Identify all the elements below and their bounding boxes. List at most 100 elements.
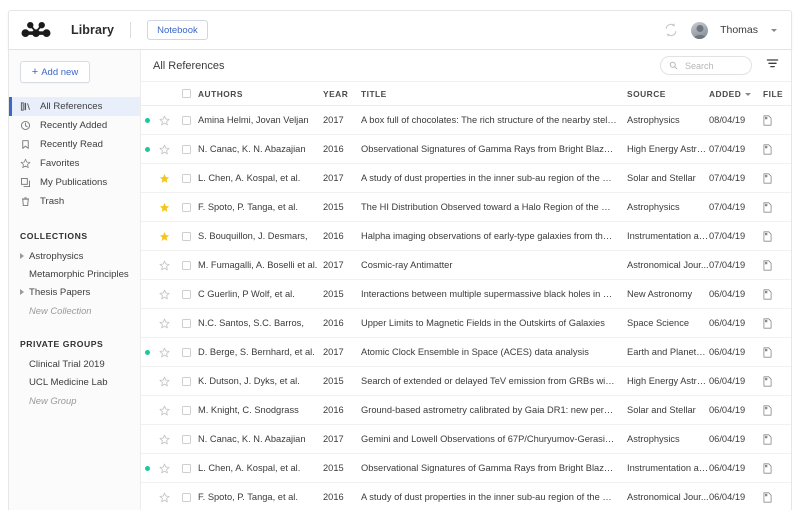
row-select[interactable] <box>174 376 198 386</box>
row-checkbox[interactable] <box>181 376 191 386</box>
table-row[interactable]: M. Knight, C. Snodgrass 2016 Ground-based … <box>141 396 791 425</box>
header-file[interactable]: FILE <box>763 89 791 99</box>
row-checkbox[interactable] <box>181 347 191 357</box>
header-added[interactable]: ADDED <box>709 89 763 99</box>
notebook-button[interactable]: Notebook <box>147 20 208 40</box>
cell-title[interactable]: Interactions between multiple supermassi… <box>361 289 627 299</box>
cell-title[interactable]: A box full of chocolates: The rich struc… <box>361 115 627 125</box>
sync-icon[interactable] <box>663 22 679 38</box>
row-select[interactable] <box>174 463 198 473</box>
filter-icon[interactable] <box>766 57 779 75</box>
chevron-right-icon[interactable] <box>20 289 24 295</box>
new-collection-button[interactable]: New Collection <box>9 301 140 319</box>
header-title[interactable]: TITLE <box>361 89 627 99</box>
user-avatar[interactable] <box>691 21 709 39</box>
row-checkbox[interactable] <box>181 318 191 328</box>
row-select[interactable] <box>174 318 198 328</box>
file-attachment-icon[interactable] <box>763 230 791 242</box>
row-checkbox[interactable] <box>181 405 191 415</box>
row-select[interactable] <box>174 260 198 270</box>
sidebar-group-ucl-medicine-lab[interactable]: UCL Medicine Lab <box>9 373 140 391</box>
cell-title[interactable]: Ground-based astrometry calibrated by Ga… <box>361 405 627 415</box>
sidebar-item-all-references[interactable]: All References <box>9 97 140 116</box>
favorite-star-button[interactable] <box>154 434 174 445</box>
favorite-star-button[interactable] <box>154 202 174 213</box>
table-row[interactable]: S. Bouquillon, J. Desmars, 2016 Halpha ima… <box>141 222 791 251</box>
cell-title[interactable]: A study of dust properties in the inner … <box>361 173 627 183</box>
row-select[interactable] <box>174 173 198 183</box>
table-row[interactable]: D. Berge, S. Bernhard, et al. 2017 Atomic … <box>141 338 791 367</box>
table-row[interactable]: F. Spoto, P. Tanga, et al. 2015 The HI Dis… <box>141 193 791 222</box>
table-row[interactable]: L. Chen, A. Kospal, et al. 2015 Observatio… <box>141 454 791 483</box>
row-checkbox[interactable] <box>181 202 191 212</box>
file-attachment-icon[interactable] <box>763 259 791 271</box>
sidebar-item-trash[interactable]: Trash <box>9 192 140 211</box>
header-year[interactable]: YEAR <box>323 89 361 99</box>
cell-title[interactable]: Upper Limits to Magnetic Fields in the O… <box>361 318 627 328</box>
sidebar-item-favorites[interactable]: Favorites <box>9 154 140 173</box>
row-checkbox[interactable] <box>181 289 191 299</box>
cell-title[interactable]: Gemini and Lowell Observations of 67P/Ch… <box>361 434 627 444</box>
row-select[interactable] <box>174 289 198 299</box>
table-row[interactable]: C Guerlin, P Wolf, et al. 2015 Interaction… <box>141 280 791 309</box>
sidebar-collection-astrophysics[interactable]: Astrophysics <box>9 247 140 265</box>
cell-title[interactable]: Cosmic-ray Antimatter <box>361 260 627 270</box>
header-select-all[interactable] <box>174 89 198 98</box>
row-checkbox[interactable] <box>181 463 191 473</box>
file-attachment-icon[interactable] <box>763 172 791 184</box>
row-select[interactable] <box>174 144 198 154</box>
chevron-down-icon[interactable] <box>771 28 777 32</box>
sidebar-item-recently-read[interactable]: Recently Read <box>9 135 140 154</box>
sidebar-collection-metamorphic-principles[interactable]: Metamorphic Principles <box>9 265 140 283</box>
table-row[interactable]: K. Dutson, J. Dyks, et al. 2015 Search of … <box>141 367 791 396</box>
favorite-star-button[interactable] <box>154 463 174 474</box>
cell-title[interactable]: A study of dust properties in the inner … <box>361 492 627 502</box>
file-attachment-icon[interactable] <box>763 433 791 445</box>
sidebar-group-clinical-trial-2019[interactable]: Clinical Trial 2019 <box>9 355 140 373</box>
row-select[interactable] <box>174 434 198 444</box>
table-row[interactable]: N. Canac, K. N. Abazajian 2017 Gemini and … <box>141 425 791 454</box>
favorite-star-button[interactable] <box>154 231 174 242</box>
file-attachment-icon[interactable] <box>763 375 791 387</box>
favorite-star-button[interactable] <box>154 144 174 155</box>
row-checkbox[interactable] <box>181 492 191 502</box>
row-select[interactable] <box>174 115 198 125</box>
cell-title[interactable]: Halpha imaging observations of early-typ… <box>361 231 627 241</box>
table-row[interactable]: F. Spoto, P. Tanga, et al. 2016 A study of… <box>141 483 791 510</box>
cell-title[interactable]: Search of extended or delayed TeV emissi… <box>361 376 627 386</box>
favorite-star-button[interactable] <box>154 405 174 416</box>
favorite-star-button[interactable] <box>154 115 174 126</box>
select-all-checkbox[interactable] <box>181 89 191 98</box>
file-attachment-icon[interactable] <box>763 317 791 329</box>
search-input[interactable] <box>683 59 743 72</box>
file-attachment-icon[interactable] <box>763 462 791 474</box>
row-select[interactable] <box>174 492 198 502</box>
new-group-button[interactable]: New Group <box>9 391 140 409</box>
nav-title-library[interactable]: Library <box>71 23 114 37</box>
favorite-star-button[interactable] <box>154 289 174 300</box>
row-checkbox[interactable] <box>181 173 191 183</box>
row-select[interactable] <box>174 202 198 212</box>
favorite-star-button[interactable] <box>154 492 174 503</box>
sidebar-item-recently-added[interactable]: Recently Added <box>9 116 140 135</box>
row-select[interactable] <box>174 231 198 241</box>
favorite-star-button[interactable] <box>154 347 174 358</box>
table-row[interactable]: N.C. Santos, S.C. Barros, 2016 Upper Limit… <box>141 309 791 338</box>
table-row[interactable]: N. Canac, K. N. Abazajian 2016 Observation… <box>141 135 791 164</box>
sidebar-collection-thesis-papers[interactable]: Thesis Papers <box>9 283 140 301</box>
file-attachment-icon[interactable] <box>763 491 791 503</box>
file-attachment-icon[interactable] <box>763 114 791 126</box>
add-new-button[interactable]: + Add new <box>20 61 90 83</box>
table-row[interactable]: L. Chen, A. Kospal, et al. 2017 A study of… <box>141 164 791 193</box>
row-checkbox[interactable] <box>181 115 191 125</box>
cell-title[interactable]: Atomic Clock Ensemble in Space (ACES) da… <box>361 347 627 357</box>
table-row[interactable]: Amina Helmi, Jovan Veljan 2017 A box full … <box>141 106 791 135</box>
favorite-star-button[interactable] <box>154 318 174 329</box>
sidebar-item-my-publications[interactable]: My Publications <box>9 173 140 192</box>
file-attachment-icon[interactable] <box>763 201 791 213</box>
file-attachment-icon[interactable] <box>763 288 791 300</box>
search-box[interactable] <box>660 56 752 75</box>
row-checkbox[interactable] <box>181 231 191 241</box>
row-select[interactable] <box>174 347 198 357</box>
favorite-star-button[interactable] <box>154 173 174 184</box>
